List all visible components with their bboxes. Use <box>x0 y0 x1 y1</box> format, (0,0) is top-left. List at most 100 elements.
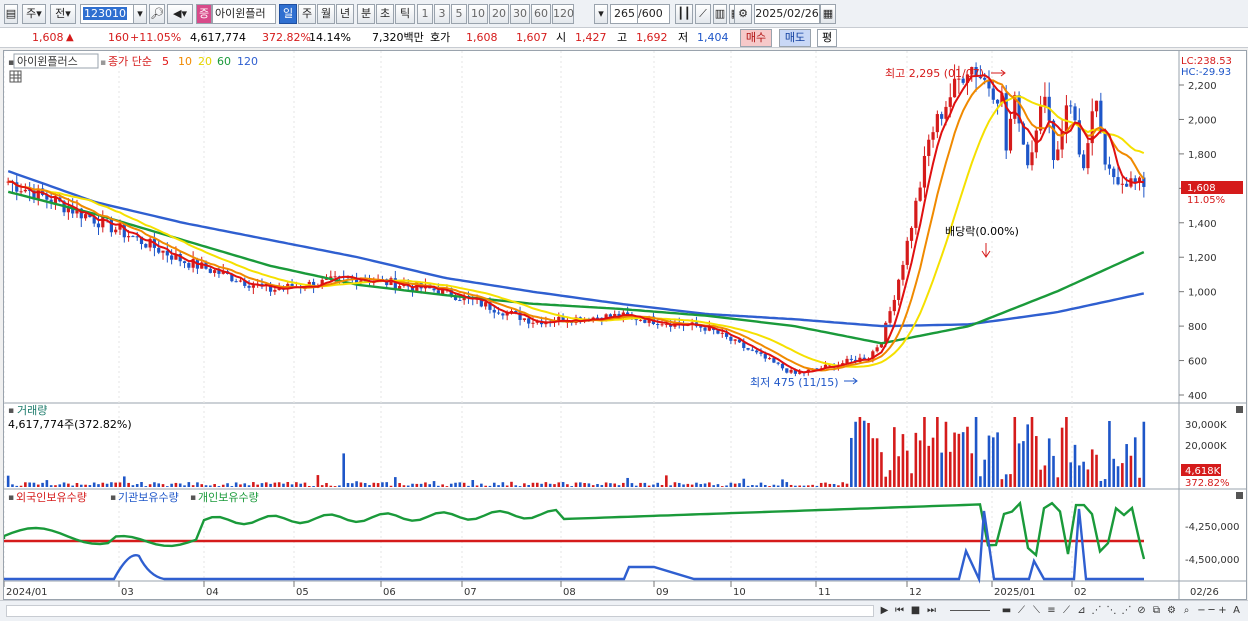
scroll-forward-icon[interactable]: ⏭ <box>925 604 938 617</box>
volume-bar <box>936 417 939 487</box>
volume-bar <box>1047 438 1051 487</box>
tab-interval-120[interactable]: 120 <box>552 4 574 24</box>
indicator-icon[interactable]: ▥ <box>713 4 727 24</box>
institution-holding-label: 기관보유수량 <box>118 491 179 504</box>
sell-button[interactable]: 매도 <box>779 29 811 47</box>
zoom-search-icon[interactable]: ⌕ <box>1180 604 1193 617</box>
stock-name-field[interactable]: 아이윈플러 <box>212 4 276 24</box>
volume-bar <box>591 485 595 487</box>
candle-body <box>1073 106 1077 121</box>
x-tick-label: 04 <box>206 587 219 598</box>
volume-title: 거래량 <box>17 404 47 417</box>
candle-body <box>755 350 759 353</box>
draw-tool-icon[interactable]: ⋱ <box>1105 604 1118 617</box>
chart-area[interactable]: ▪ 아이윈플러스 ▪ 종가 단순 5 10 20 60 120 LC:238.5… <box>3 50 1247 600</box>
tab-interval-10[interactable]: 10 <box>468 4 488 24</box>
volume-bar <box>428 484 432 487</box>
candle-icon[interactable]: ┃┃ <box>675 4 693 24</box>
scroll-back-icon[interactable]: ⏮ <box>893 604 906 617</box>
calendar-icon[interactable]: ▦ <box>820 4 836 24</box>
tab-tick[interactable]: 틱 <box>395 4 415 24</box>
volume-bar <box>815 485 819 487</box>
candle-body <box>746 347 750 350</box>
speaker-icon[interactable]: ◀▾ <box>167 4 193 24</box>
candle-body <box>780 363 785 369</box>
volume-bar <box>462 482 466 487</box>
tab-week[interactable]: 주 <box>298 4 316 24</box>
tab-interval-1[interactable]: 1 <box>417 4 433 24</box>
candle-body <box>1039 106 1043 131</box>
volume-bar <box>475 485 479 487</box>
dropdown-icon[interactable]: ▾ <box>594 4 608 24</box>
line-tool-icon[interactable]: ⟋ <box>695 4 711 24</box>
code-dropdown-icon[interactable]: ▾ <box>133 4 147 24</box>
min-arrow-icon <box>844 377 858 385</box>
panel-close-icon[interactable] <box>1236 492 1243 499</box>
volume-bar <box>454 482 457 487</box>
chart-svg[interactable]: ▪ 아이윈플러스 ▪ 종가 단순 5 10 20 60 120 LC:238.5… <box>4 51 1246 599</box>
candle-body <box>931 132 935 140</box>
tab-interval-5[interactable]: 5 <box>451 4 467 24</box>
tab-interval-60[interactable]: 60 <box>531 4 551 24</box>
draw-tool-icon[interactable]: ⟋ <box>1015 604 1028 617</box>
tab-day[interactable]: 일 <box>279 4 297 24</box>
volume-bar <box>363 483 367 487</box>
buy-button[interactable]: 매수 <box>740 29 772 47</box>
auto-scale-icon[interactable]: A <box>1230 604 1243 617</box>
tab-interval-30[interactable]: 30 <box>510 4 530 24</box>
scroll-icon[interactable]: ▬ <box>1000 604 1013 617</box>
volume-bar <box>226 483 229 487</box>
candle-body <box>234 281 238 283</box>
volume-bar <box>613 483 617 487</box>
code-input[interactable]: 123010 <box>80 4 136 24</box>
candle-body <box>114 229 118 233</box>
table-icon[interactable] <box>9 70 22 83</box>
x-tick-label: 08 <box>563 587 576 598</box>
volume-bar <box>45 480 49 487</box>
panel-close-icon[interactable] <box>1236 406 1243 413</box>
dividend-arrow-icon <box>981 243 991 258</box>
stop-icon[interactable]: ■ <box>909 604 922 617</box>
scroll-right-icon[interactable]: ▶ <box>878 604 891 617</box>
prev-button[interactable]: 전▾ <box>50 4 76 24</box>
date-input[interactable]: 2025/02/26 <box>754 4 820 24</box>
zoom-in-icon[interactable]: + <box>1216 604 1229 617</box>
period-selector[interactable]: 주▾ <box>22 4 46 24</box>
volume-bar <box>725 485 728 487</box>
tab-interval-20[interactable]: 20 <box>489 4 509 24</box>
eval-button[interactable]: 평 <box>817 29 837 47</box>
count-input[interactable]: 265 <box>610 4 638 24</box>
draw-tool-icon[interactable]: ⋰ <box>1120 604 1133 617</box>
volume-bar <box>320 485 324 487</box>
volume-bar <box>204 485 208 487</box>
volume-bar <box>1069 462 1073 487</box>
gear-icon[interactable]: ⚙ <box>734 4 752 24</box>
volume-bar <box>471 480 475 487</box>
volume-bar <box>1043 465 1047 487</box>
gear-icon[interactable]: ⚙ <box>1165 604 1178 617</box>
draw-tool-icon[interactable]: ⊘ <box>1135 604 1148 617</box>
candle-body <box>83 214 88 219</box>
volume-bar <box>639 482 642 487</box>
draw-tool-icon[interactable]: ⊿ <box>1075 604 1088 617</box>
tab-minute[interactable]: 분 <box>357 4 375 24</box>
tab-interval-3[interactable]: 3 <box>434 4 450 24</box>
horizontal-scrollbar[interactable] <box>6 605 874 617</box>
tab-month[interactable]: 월 <box>317 4 335 24</box>
chart-settings-icon[interactable]: ▤ <box>4 4 18 24</box>
tab-year[interactable]: 년 <box>336 4 354 24</box>
volume-bar <box>1138 477 1141 487</box>
volume-bar <box>708 482 711 487</box>
candle-body <box>776 362 780 364</box>
volume-current-pct: 372.82% <box>1185 478 1230 489</box>
copy-icon[interactable]: ⧉ <box>1150 604 1163 617</box>
search-icon[interactable]: 🔎︎ <box>149 4 165 24</box>
bid-label: 호가 <box>430 31 451 44</box>
zoom-slider[interactable] <box>950 610 990 613</box>
fibonacci-icon[interactable]: ≡ <box>1045 604 1058 617</box>
draw-tool-icon[interactable]: ⟋ <box>1060 604 1073 617</box>
draw-tool-icon[interactable]: ⋰ <box>1090 604 1103 617</box>
tab-second[interactable]: 초 <box>376 4 394 24</box>
volume-bar <box>58 484 62 487</box>
draw-tool-icon[interactable]: ⟍ <box>1030 604 1043 617</box>
